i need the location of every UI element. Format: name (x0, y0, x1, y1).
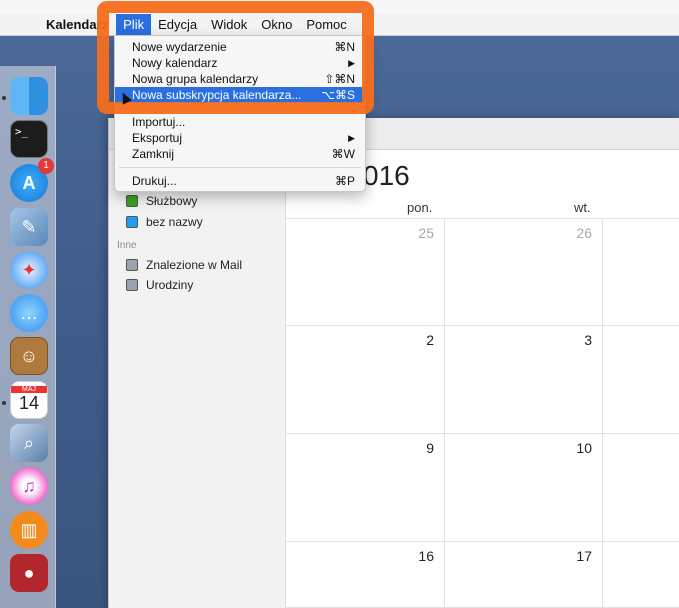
running-indicator (2, 96, 6, 100)
finder-icon[interactable] (10, 77, 48, 115)
photo-viewer-icon[interactable]: ⌕ (10, 424, 48, 462)
calendar-item-bez-nazwy[interactable]: bez nazwy (126, 213, 203, 231)
calendar-icon-month: MAJ (11, 386, 47, 393)
day-cell[interactable]: 17 (445, 542, 603, 608)
calendar-item-found-in-mail[interactable]: Znalezione w Mail (126, 256, 242, 274)
calendar-icon-day: 14 (18, 393, 40, 413)
day-cell[interactable]: 3 (445, 326, 603, 434)
menu-item-label: Importuj... (132, 115, 186, 129)
calendar-item-birthdays[interactable]: Urodziny (126, 276, 193, 294)
app-store-badge: 1 (38, 158, 54, 174)
day-cell[interactable] (603, 326, 679, 434)
day-number: 25 (418, 225, 434, 241)
calendar-label: Urodziny (146, 278, 194, 292)
menu-item-label: Zamknij (132, 147, 175, 161)
month-grid: 25 26 2 3 9 10 16 17 (286, 218, 679, 608)
day-cell[interactable] (603, 542, 679, 608)
preview-icon[interactable]: ✎ (10, 208, 48, 246)
day-number: 17 (576, 548, 592, 564)
dock: >_ A 1 ✎ ✦ … ☺ MAJ 14 ⌕ ♫ ▥ ● (0, 66, 56, 608)
day-number: 16 (418, 548, 434, 564)
calendar-label: Znalezione w Mail (146, 258, 243, 272)
menu-item-shortcut: ⌘P (334, 174, 355, 188)
messages-icon[interactable]: … (10, 294, 48, 332)
itunes-icon[interactable]: ♫ (10, 467, 48, 505)
safari-icon[interactable]: ✦ (10, 251, 48, 289)
menu-item-export[interactable]: Eksportuj ▶ (115, 130, 365, 146)
day-header-tue: wt. (574, 200, 591, 215)
calendar-checkbox[interactable] (126, 195, 138, 207)
calendar-checkbox[interactable] (126, 259, 138, 271)
day-cell[interactable]: 2 (286, 326, 445, 434)
sidebar-section-other: Inne (117, 240, 137, 251)
calendar-checkbox[interactable] (126, 279, 138, 291)
day-header-mon: pon. (407, 200, 433, 215)
month-title: 016 (363, 160, 410, 191)
menu-item-label: Eksportuj (132, 131, 183, 145)
calendar-item-sluzbowy[interactable]: Służbowy (126, 192, 197, 210)
day-cell[interactable]: 10 (445, 434, 603, 542)
calendar-sidebar: Służbowy bez nazwy Inne Znalezione w Mai… (109, 150, 286, 608)
menu-separator (119, 167, 361, 168)
app-store-icon[interactable]: A 1 (10, 158, 54, 202)
day-number: 26 (576, 225, 592, 241)
day-cell[interactable]: 25 (286, 218, 445, 326)
calendar-label: bez nazwy (146, 215, 203, 229)
ibooks-icon[interactable]: ▥ (10, 511, 48, 549)
highlight-annotation-box (97, 1, 374, 114)
contacts-icon[interactable]: ☺ (10, 337, 48, 375)
day-number: 9 (426, 440, 434, 456)
day-cell[interactable]: 26 (445, 218, 603, 326)
menu-item-shortcut: ⌘W (331, 147, 355, 161)
calendar-label: Służbowy (146, 194, 198, 208)
calendar-icon[interactable]: MAJ 14 (10, 381, 48, 419)
day-number: 2 (426, 332, 434, 348)
day-number: 3 (584, 332, 592, 348)
photo-booth-icon[interactable]: ● (10, 554, 48, 592)
menu-item-label: Drukuj... (132, 174, 177, 188)
submenu-arrow-icon: ▶ (348, 132, 355, 143)
terminal-icon[interactable]: >_ (10, 120, 48, 158)
day-cell[interactable] (603, 434, 679, 542)
day-cell[interactable]: 16 (286, 542, 445, 608)
day-cell[interactable]: 9 (286, 434, 445, 542)
calendar-checkbox[interactable] (126, 216, 138, 228)
day-cell[interactable] (603, 218, 679, 326)
menu-item-close[interactable]: Zamknij ⌘W (115, 146, 365, 162)
menu-item-print[interactable]: Drukuj... ⌘P (115, 173, 365, 189)
running-indicator (2, 401, 6, 405)
day-number: 10 (576, 440, 592, 456)
menu-item-import[interactable]: Importuj... (115, 114, 365, 130)
